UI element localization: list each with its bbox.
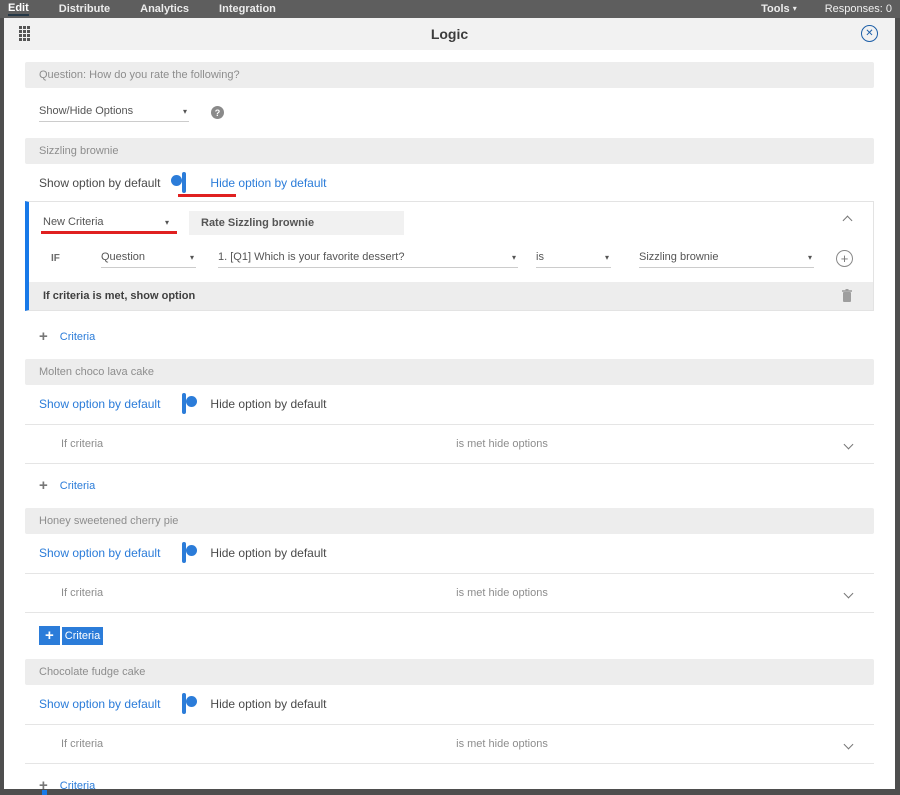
operator-select[interactable]: is ▾ bbox=[536, 249, 611, 268]
plus-icon[interactable]: + bbox=[39, 477, 48, 494]
operator-value: is bbox=[536, 251, 544, 263]
add-criteria-link[interactable]: Criteria bbox=[60, 480, 95, 492]
tab-distribute[interactable]: Distribute bbox=[59, 3, 110, 15]
add-criteria-row: + Criteria bbox=[25, 764, 874, 789]
chevron-down-icon[interactable] bbox=[843, 439, 854, 449]
close-icon[interactable]: ✕ bbox=[861, 25, 878, 42]
plus-circle-icon[interactable]: + bbox=[836, 250, 853, 267]
caret-down-icon: ▾ bbox=[792, 4, 797, 13]
collapsed-if-text: If criteria bbox=[61, 587, 104, 599]
condition-type-value: Question bbox=[101, 251, 146, 263]
section-header-chocolate-fudge-cake: Chocolate fudge cake bbox=[25, 659, 874, 685]
toggle-row: Show option by default Hide option by de… bbox=[25, 164, 874, 201]
criteria-action-row: If criteria is met, show option bbox=[29, 282, 873, 310]
chevron-down-icon[interactable] bbox=[843, 739, 854, 749]
caret-down-icon: ▾ bbox=[511, 252, 516, 262]
collapsed-criteria-row[interactable]: If criteria is met hide options bbox=[25, 424, 874, 464]
caret-down-icon: ▾ bbox=[807, 252, 812, 262]
collapsed-criteria-row[interactable]: If criteria is met hide options bbox=[25, 573, 874, 613]
plus-icon[interactable]: + bbox=[39, 777, 48, 789]
collapsed-if-text: If criteria bbox=[61, 738, 104, 750]
trash-icon[interactable] bbox=[841, 289, 853, 303]
plus-icon[interactable]: + bbox=[39, 626, 60, 645]
add-criteria-link[interactable]: Criteria bbox=[61, 626, 104, 645]
logic-modal: Logic ✕ Question: How do you rate the fo… bbox=[4, 18, 895, 789]
section-header-molten-choco-lava-cake: Molten choco lava cake bbox=[25, 359, 874, 385]
question-value: 1. [Q1] Which is your favorite dessert? bbox=[218, 251, 405, 263]
plus-icon[interactable]: + bbox=[39, 328, 48, 345]
question-select[interactable]: 1. [Q1] Which is your favorite dessert? … bbox=[218, 249, 518, 268]
show-option-label[interactable]: Show option by default bbox=[39, 546, 160, 560]
add-criteria-row-selected: + Criteria bbox=[25, 613, 874, 657]
toggle-row: Show option by default Hide option by de… bbox=[25, 534, 874, 571]
show-option-label[interactable]: Show option by default bbox=[39, 397, 160, 411]
section-header-sizzling-brownie: Sizzling brownie bbox=[25, 138, 874, 164]
toggle-row: Show option by default Hide option by de… bbox=[25, 385, 874, 422]
top-navigation: Edit Distribute Analytics Integration To… bbox=[0, 0, 900, 18]
caret-down-icon: ▾ bbox=[189, 252, 194, 262]
tools-menu[interactable]: Tools ▾ bbox=[761, 3, 797, 15]
criteria-condition-row: IF Question ▾ 1. [Q1] Which is your favo… bbox=[29, 239, 873, 282]
modal-body: Question: How do you rate the following?… bbox=[4, 50, 895, 789]
caret-down-icon: ▾ bbox=[604, 252, 609, 262]
add-criteria-row: + Criteria bbox=[25, 464, 874, 506]
help-icon[interactable]: ? bbox=[211, 106, 224, 119]
show-hide-toggle[interactable] bbox=[182, 393, 198, 414]
modal-header: Logic ✕ bbox=[4, 18, 895, 50]
collapsed-if-text: If criteria bbox=[61, 438, 104, 450]
add-criteria-row: + Criteria bbox=[25, 315, 874, 357]
collapsed-action-text: is met hide options bbox=[456, 738, 548, 750]
bottom-highlight-mark bbox=[42, 790, 47, 795]
criteria-title-input[interactable]: Rate Sizzling brownie bbox=[189, 211, 404, 235]
hide-option-label[interactable]: Hide option by default bbox=[210, 697, 326, 711]
show-hide-toggle[interactable] bbox=[171, 172, 187, 193]
tab-analytics[interactable]: Analytics bbox=[140, 3, 189, 15]
hide-option-label[interactable]: Hide option by default bbox=[210, 176, 326, 190]
add-criteria-link[interactable]: Criteria bbox=[60, 331, 95, 343]
toggle-row: Show option by default Hide option by de… bbox=[25, 685, 874, 722]
page-title: Logic bbox=[430, 26, 469, 42]
criteria-name-value: New Criteria bbox=[43, 216, 104, 228]
show-hide-toggle[interactable] bbox=[182, 693, 198, 714]
drag-handle-icon[interactable] bbox=[19, 26, 31, 42]
tab-integration[interactable]: Integration bbox=[219, 3, 276, 15]
logic-type-select[interactable]: Show/Hide Options ▾ bbox=[39, 103, 189, 122]
criteria-action-text: If criteria is met, show option bbox=[43, 290, 196, 302]
collapsed-criteria-row[interactable]: If criteria is met hide options bbox=[25, 724, 874, 764]
show-hide-toggle[interactable] bbox=[182, 542, 198, 563]
responses-count[interactable]: Responses: 0 bbox=[825, 3, 892, 15]
caret-down-icon: ▾ bbox=[164, 217, 169, 227]
section-header-honey-sweetened-cherry-pie: Honey sweetened cherry pie bbox=[25, 508, 874, 534]
add-criteria-link[interactable]: Criteria bbox=[60, 780, 95, 790]
show-option-label[interactable]: Show option by default bbox=[39, 697, 160, 711]
chevron-up-icon[interactable] bbox=[842, 215, 853, 226]
answer-value: Sizzling brownie bbox=[639, 251, 719, 263]
criteria-title-row: New Criteria ▾ Rate Sizzling brownie bbox=[29, 202, 873, 239]
logic-type-value: Show/Hide Options bbox=[39, 105, 134, 117]
criteria-block-expanded: New Criteria ▾ Rate Sizzling brownie IF … bbox=[25, 201, 874, 311]
annotation-underline bbox=[178, 194, 237, 197]
condition-type-select[interactable]: Question ▾ bbox=[101, 249, 196, 268]
hide-option-label[interactable]: Hide option by default bbox=[210, 546, 326, 560]
question-bar: Question: How do you rate the following? bbox=[25, 62, 874, 88]
if-label: IF bbox=[51, 253, 60, 264]
show-option-label[interactable]: Show option by default bbox=[39, 176, 160, 190]
collapsed-action-text: is met hide options bbox=[456, 587, 548, 599]
annotation-underline bbox=[41, 231, 177, 234]
chevron-down-icon[interactable] bbox=[843, 588, 854, 598]
answer-value-select[interactable]: Sizzling brownie ▾ bbox=[639, 249, 814, 268]
caret-down-icon: ▾ bbox=[182, 106, 187, 116]
hide-option-label[interactable]: Hide option by default bbox=[210, 397, 326, 411]
tab-edit[interactable]: Edit bbox=[8, 2, 29, 16]
logic-type-row: Show/Hide Options ▾ ? bbox=[39, 103, 874, 122]
collapsed-action-text: is met hide options bbox=[456, 438, 548, 450]
